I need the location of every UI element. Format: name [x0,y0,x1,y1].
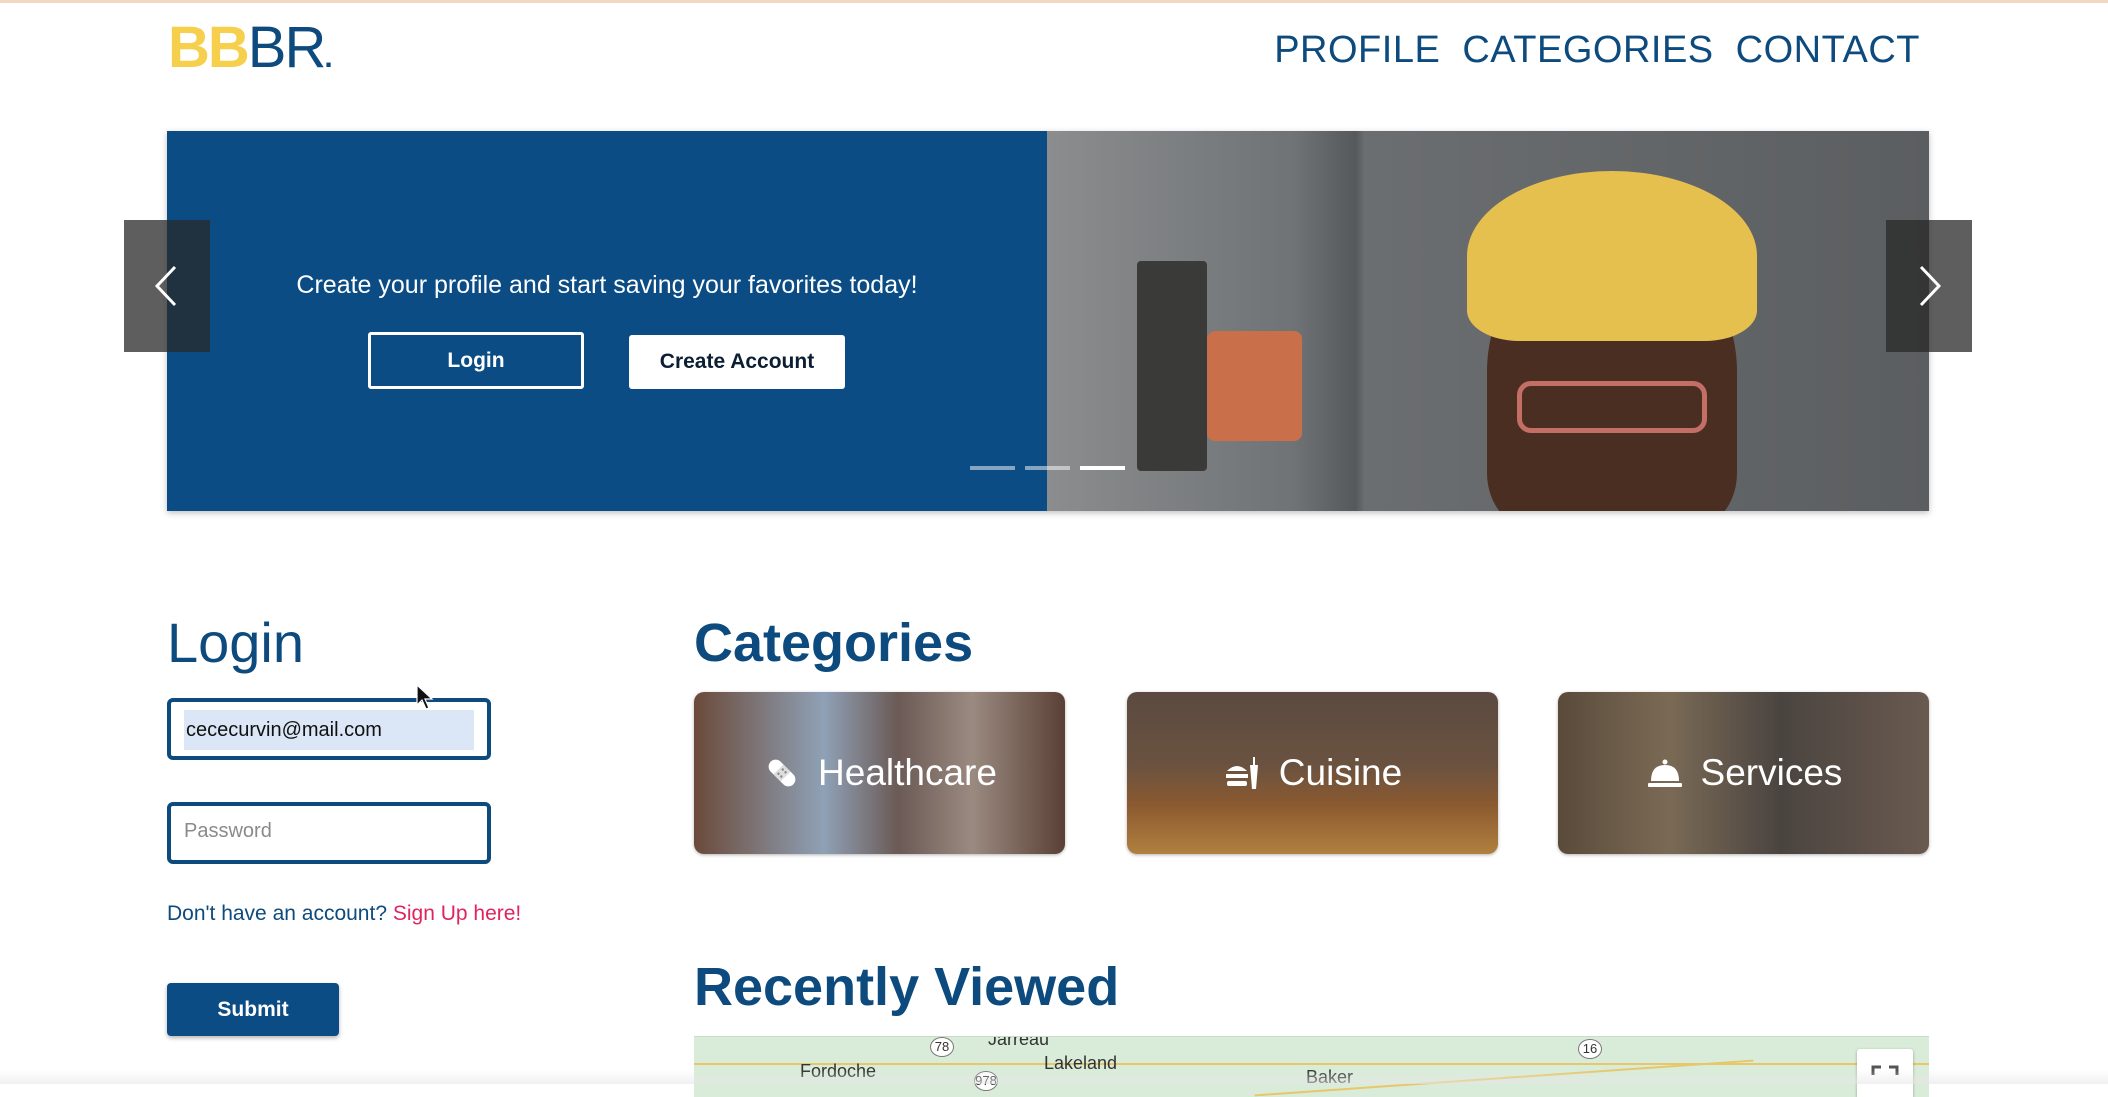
submit-button[interactable]: Submit [167,983,339,1036]
carousel-indicator-1[interactable] [970,466,1015,470]
map-label: Lakeland [1044,1053,1118,1073]
category-label-healthcare: Healthcare [818,752,997,793]
category-card-cuisine[interactable]: Cuisine [1127,692,1498,854]
map-route-shield: 978 [974,1071,998,1091]
main-nav: PROFILE CATEGORIES CONTACT [1274,24,1920,76]
category-card-healthcare[interactable]: Healthcare [694,692,1065,854]
category-label-cuisine: Cuisine [1278,752,1403,793]
service-bell-icon [1647,759,1682,787]
hero-panel: Create your profile and start saving you… [167,131,1047,511]
site-logo[interactable]: BBBR. [168,15,333,80]
logo-dot: . [324,41,332,74]
category-card-services[interactable]: Services [1558,692,1929,854]
map-widget[interactable]: Fordoche Jarreau Lakeland Baker 78 978 1… [694,1036,1929,1097]
carousel-indicator-2[interactable] [1025,466,1070,470]
carousel-next-button[interactable] [1886,220,1972,352]
electrical-fitting [1207,331,1302,441]
map-road [694,1063,1929,1065]
food-icon [1225,757,1258,789]
hero-login-button[interactable]: Login [368,332,584,389]
map-fullscreen-button[interactable] [1857,1049,1913,1097]
top-border [0,0,2108,3]
logo-br: BR [247,15,327,80]
recently-viewed-title: Recently Viewed [694,957,1120,1017]
mouse-cursor-icon [416,684,434,710]
map-route-shield: 78 [930,1037,954,1057]
categories-title: Categories [694,613,974,673]
electrical-box [1137,261,1207,471]
password-placeholder: Password [184,820,272,842]
signup-prompt: Don't have an account? Sign Up here! [167,902,521,926]
login-title: Login [167,611,305,674]
nav-categories[interactable]: CATEGORIES [1462,24,1713,76]
fullscreen-icon [1871,1065,1899,1075]
password-field[interactable]: Password [167,802,491,864]
chevron-left-icon [154,265,177,307]
email-field[interactable]: cececurvin@mail.com [167,698,491,760]
map-label: Jarreau [988,1036,1050,1049]
signup-link[interactable]: Sign Up here! [393,902,521,925]
carousel-indicator-3[interactable] [1080,466,1125,470]
map-label: Fordoche [800,1061,877,1081]
hard-hat [1467,171,1757,341]
map-label: Baker [1306,1067,1354,1087]
bandage-icon [768,759,796,787]
hero-image [1047,131,1929,511]
nav-profile[interactable]: PROFILE [1274,24,1440,76]
signup-prompt-text: Don't have an account? [167,902,393,925]
nav-contact[interactable]: CONTACT [1736,24,1920,76]
map-route-shield: 16 [1578,1039,1602,1059]
email-value: cececurvin@mail.com [184,710,474,750]
hero-create-account-button[interactable]: Create Account [629,335,845,389]
carousel-indicators [970,466,1125,470]
glasses [1517,381,1707,433]
logo-bb: BB [168,15,250,80]
chevron-right-icon [1919,265,1942,307]
carousel-prev-button[interactable] [124,220,210,352]
category-label-services: Services [1700,752,1843,793]
hero-carousel: Create your profile and start saving you… [167,131,1929,511]
hero-text: Create your profile and start saving you… [296,271,918,299]
